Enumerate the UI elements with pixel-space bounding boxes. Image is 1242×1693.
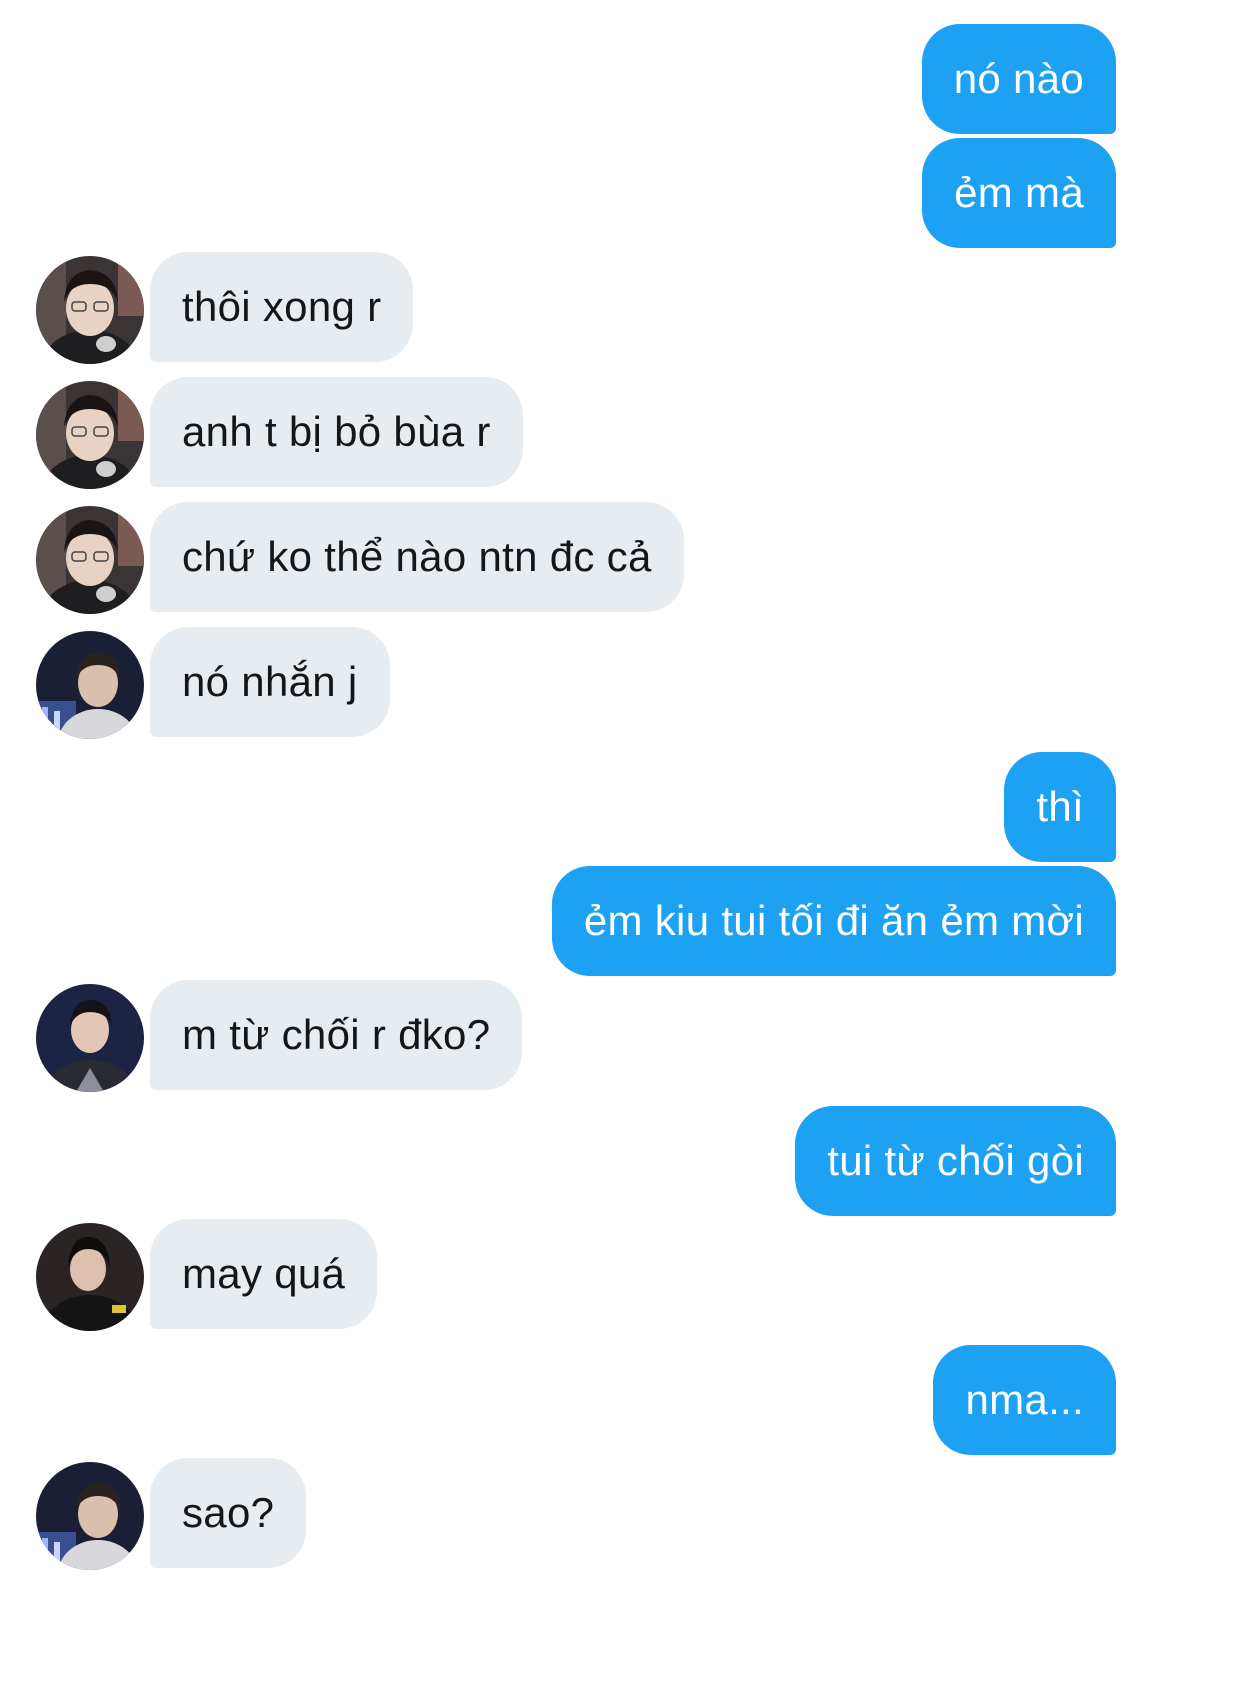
avatar[interactable] — [36, 1462, 144, 1570]
incoming-message-bubble[interactable]: thôi xong r — [150, 252, 414, 362]
incoming-message-bubble[interactable]: nó nhắn j — [150, 627, 390, 737]
avatar[interactable] — [36, 381, 144, 489]
outgoing-message-bubble[interactable]: thì — [1004, 752, 1116, 862]
incoming-message-bubble[interactable]: chứ ko thể nào ntn đc cả — [150, 502, 684, 612]
incoming-message-bubble[interactable]: anh t bị bỏ bùa r — [150, 377, 523, 487]
outgoing-message-bubble[interactable]: nó nào — [921, 24, 1116, 134]
incoming-message-bubble[interactable]: may quá — [150, 1219, 378, 1329]
outgoing-message-bubble[interactable]: ẻm mà — [922, 138, 1116, 248]
incoming-message-bubble[interactable]: m từ chối r đko? — [150, 980, 523, 1090]
avatar[interactable] — [36, 256, 144, 364]
outgoing-message-bubble[interactable]: tui từ chối gòi — [795, 1106, 1116, 1216]
outgoing-message-bubble[interactable]: nma... — [933, 1345, 1116, 1455]
avatar[interactable] — [36, 631, 144, 739]
incoming-message-bubble[interactable]: sao? — [150, 1458, 307, 1568]
avatar[interactable] — [36, 1223, 144, 1331]
outgoing-message-bubble[interactable]: ẻm kiu tui tối đi ăn ẻm mời — [551, 866, 1116, 976]
avatar[interactable] — [36, 984, 144, 1092]
conversation-thread[interactable]: nó nào ẻm mà thôi xong r anh t bị bỏ bùa… — [0, 0, 1242, 1693]
avatar[interactable] — [36, 506, 144, 614]
